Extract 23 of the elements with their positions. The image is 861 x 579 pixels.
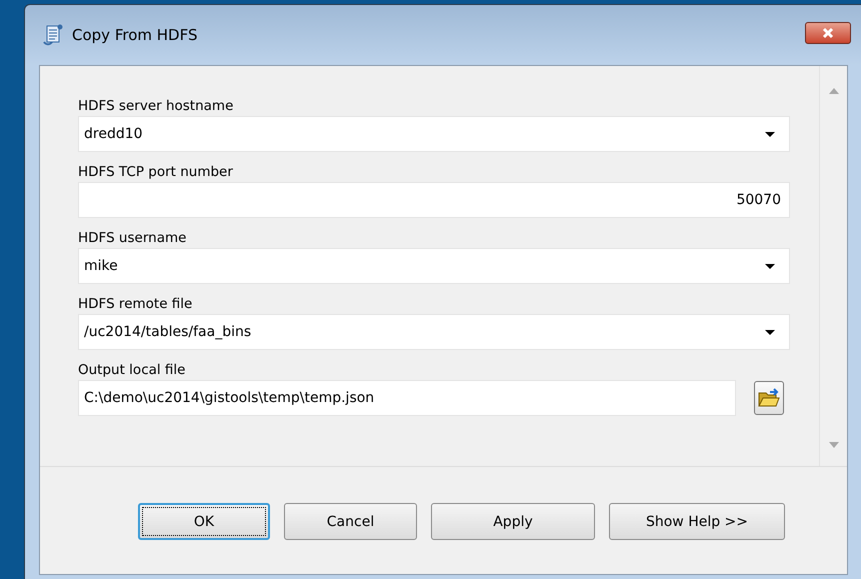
close-button[interactable]: [805, 22, 851, 44]
input-field[interactable]: 50070: [78, 182, 790, 218]
window-title: Copy From HDFS: [72, 26, 198, 44]
dropdown-field[interactable]: /uc2014/tables/faa_bins: [78, 314, 790, 350]
caret-icon[interactable]: [765, 330, 775, 334]
dialog-button[interactable]: Apply: [431, 503, 595, 540]
caret-icon[interactable]: [765, 132, 775, 136]
field-label: HDFS TCP port number: [78, 163, 234, 182]
close-icon[interactable]: [821, 27, 835, 39]
folder-icon[interactable]: [758, 388, 780, 408]
dialog-button[interactable]: OK: [138, 503, 270, 540]
scroll-icon: [42, 23, 64, 47]
caret-icon[interactable]: [765, 264, 775, 268]
field-label: HDFS server hostname: [78, 97, 234, 116]
input-field[interactable]: C:\demo\uc2014\gistools\temp\temp.json: [78, 380, 736, 416]
field-label: HDFS remote file: [78, 295, 194, 314]
field-label: HDFS username: [78, 229, 188, 248]
dropdown-field[interactable]: dredd10: [78, 116, 790, 152]
dialog-button[interactable]: Cancel: [284, 503, 417, 540]
dialog-button[interactable]: Show Help >>: [609, 503, 785, 540]
field-label: Output local file: [78, 361, 186, 380]
dropdown-field[interactable]: mike: [78, 248, 790, 284]
browse-button[interactable]: [754, 381, 784, 415]
